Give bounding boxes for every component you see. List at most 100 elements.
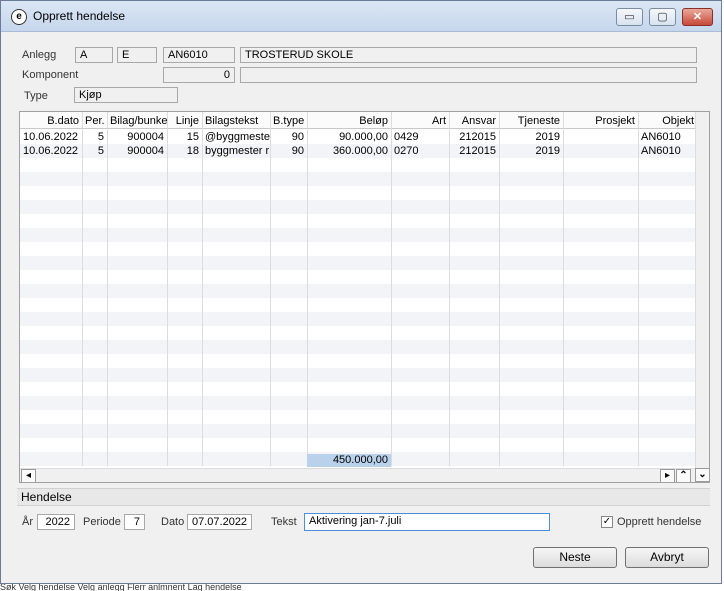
table-header: B.dato Per. Bilag/bunke Linje Bilagsteks… [20,112,697,129]
periode-input[interactable]: 7 [124,514,145,530]
empty-row [20,396,697,410]
table-row[interactable]: 10.06.2022 5 900004 18 byggmester r 90 3… [20,144,697,158]
next-button[interactable]: Neste [533,547,617,568]
empty-row [20,242,697,256]
arrow-left-icon: ◂ [25,470,32,481]
cell-bilag: 900004 [127,131,164,143]
komponent-name-field [240,67,697,83]
cell-bilag: 900004 [127,145,164,157]
anlegg-code1-field: A [75,47,113,63]
tekst-input[interactable]: Aktivering jan-7.juli [304,513,550,531]
scroll-right-button[interactable]: ▸ [660,469,675,482]
cancel-button[interactable]: Avbryt [625,547,709,568]
col-header-btype[interactable]: B.type [270,114,307,128]
col-header-bilag[interactable]: Bilag/bunke [107,114,167,128]
col-header-prosjekt[interactable]: Prosjekt [563,114,638,128]
close-icon: ✕ [692,11,703,23]
empty-row [20,368,697,382]
column-divider [107,112,108,466]
column-divider [391,112,392,466]
col-header-tjeneste[interactable]: Tjeneste [499,114,563,128]
double-chevron-down-icon: ⌄ [698,469,707,480]
ar-label: År [22,516,33,528]
arrow-right-icon: ▸ [664,470,671,481]
col-header-linje[interactable]: Linje [167,114,202,128]
column-divider [499,112,500,466]
anlegg-id-field: AN6010 [163,47,235,63]
empty-row [20,312,697,326]
empty-row [20,354,697,368]
cell-bdato: 10.06.2022 [23,145,79,157]
tekst-label: Tekst [271,516,297,528]
minimize-button[interactable]: ▭ [616,8,643,26]
cell-tjeneste: 2019 [535,145,560,157]
scroll-bottom-button[interactable]: ⌄ [695,468,709,482]
anlegg-code2-field: E [117,47,157,63]
close-button[interactable]: ✕ [682,8,713,26]
column-divider [202,112,203,466]
dato-input[interactable]: 07.07.2022 [187,514,252,530]
empty-row [20,158,697,172]
cell-objekt: AN6010 [641,145,681,157]
maximize-button[interactable]: ▢ [649,8,676,26]
cell-bilagstekst: byggmester r [205,145,270,157]
horizontal-scrollbar[interactable]: ◂ ▸ ⌃ [20,468,697,482]
opprett-hendelse-checkbox[interactable]: ✓ [601,516,613,528]
empty-row [20,200,697,214]
window-title: Opprett hendelse [33,9,126,23]
cell-per: 5 [97,145,104,157]
column-divider [638,112,639,466]
title-bar[interactable]: e Opprett hendelse ▭ ▢ ✕ [1,1,721,32]
transactions-table[interactable]: B.dato Per. Bilag/bunke Linje Bilagsteks… [19,111,710,483]
empty-row [20,340,697,354]
col-header-objekt[interactable]: Objekt [638,114,697,128]
komponent-value-field: 0 [163,67,235,83]
minimize-icon: ▭ [624,11,635,23]
vertical-scrollbar[interactable] [695,112,709,468]
col-header-bdato[interactable]: B.dato [20,114,82,128]
empty-row [20,410,697,424]
col-header-per[interactable]: Per. [82,114,107,128]
app-logo-icon: e [11,9,27,25]
col-header-ansvar[interactable]: Ansvar [449,114,499,128]
empty-row [20,186,697,200]
opprett-hendelse-label[interactable]: Opprett hendelse [617,516,701,528]
empty-row [20,424,697,438]
col-header-bilagstekst[interactable]: Bilagstekst [202,114,270,128]
column-divider [167,112,168,466]
table-row[interactable]: 10.06.2022 5 900004 15 @byggmeste 90 90.… [20,130,697,144]
cell-linje: 18 [186,145,199,157]
cell-linje: 15 [186,131,199,143]
hendelse-section-header: Hendelse [17,488,710,506]
belop-sum: 450.000,00 [307,454,391,467]
cell-objekt: AN6010 [641,131,681,143]
empty-row [20,256,697,270]
cell-prosjekt [563,130,638,144]
scroll-left-button[interactable]: ◂ [21,469,36,482]
col-header-art[interactable]: Art [391,114,449,128]
periode-label: Periode [83,516,121,528]
column-divider [307,112,308,466]
column-divider [563,112,564,466]
dialog-window: e Opprett hendelse ▭ ▢ ✕ Anlegg A E AN60… [0,0,722,584]
scroll-top-button[interactable]: ⌃ [676,469,691,482]
checkmark-icon: ✓ [602,516,612,527]
ar-input[interactable]: 2022 [37,514,75,530]
empty-row [20,284,697,298]
cell-btype: 90 [291,145,304,157]
cell-art: 0429 [394,131,419,143]
maximize-icon: ▢ [657,11,668,23]
cell-btype: 90 [291,131,304,143]
cell-ansvar: 212015 [459,145,496,157]
empty-row [20,214,697,228]
cell-bdato: 10.06.2022 [23,131,79,143]
column-divider [82,112,83,466]
type-field: Kjøp [74,87,178,103]
dato-label: Dato [161,516,185,528]
col-header-belop[interactable]: Beløp [307,114,391,128]
empty-row [20,298,697,312]
empty-row [20,438,697,452]
cell-prosjekt [563,144,638,158]
cell-art: 0270 [394,145,419,157]
column-divider [270,112,271,466]
